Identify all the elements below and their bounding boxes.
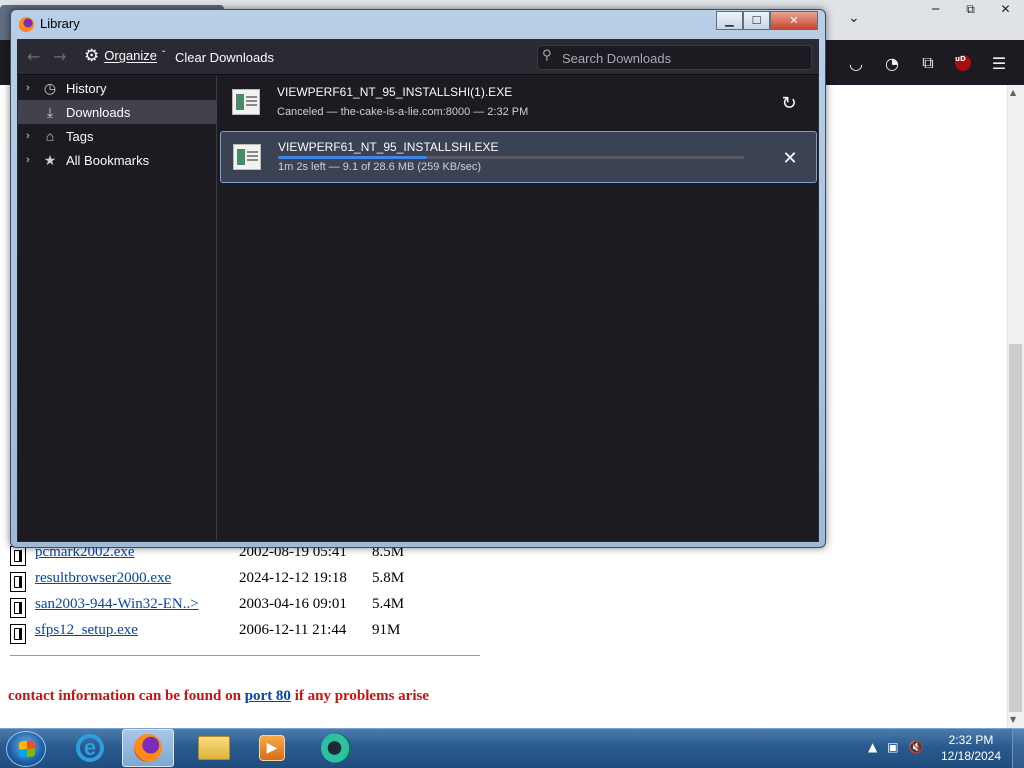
taskbar-internet-explorer[interactable]: e <box>64 729 116 767</box>
sidebar-item-label: Downloads <box>66 104 131 120</box>
library-maximize-button[interactable]: ☐ <box>743 11 770 30</box>
sidebar-item-all-bookmarks[interactable]: › ★ All Bookmarks <box>18 148 217 172</box>
scrollbar-thumb[interactable] <box>1009 344 1022 712</box>
organize-button[interactable]: ⚙ Organize ˇ <box>84 47 165 64</box>
contact-notice: contact information can be found on port… <box>8 688 429 705</box>
sync-icon[interactable]: ◔ <box>881 52 903 74</box>
contact-text-before: contact information can be found on <box>8 688 241 704</box>
sidebar-item-tags[interactable]: › ⌂ Tags <box>18 124 217 148</box>
clock-date: 12/18/2024 <box>940 749 1002 763</box>
executable-file-icon <box>232 89 260 115</box>
browser-minimize-button[interactable]: ─ <box>918 0 953 18</box>
internet-explorer-icon: e <box>76 734 104 762</box>
executable-file-icon <box>233 144 261 170</box>
tab-list-chevron-icon[interactable]: ⌄ <box>848 10 868 30</box>
download-status: Canceled — the-cake-is-a-lie.com:8000 — … <box>277 106 529 118</box>
file-size: 91M <box>372 622 401 638</box>
file-size: 5.8M <box>372 570 405 586</box>
clock-time: 2:32 PM <box>948 733 994 747</box>
ublock-badge: uD <box>955 55 971 71</box>
library-window-title: Library <box>40 16 80 31</box>
download-filename: VIEWPERF61_NT_95_INSTALLSHI(1).EXE <box>277 85 513 99</box>
file-link[interactable]: sfps12_setup.exe <box>35 622 138 639</box>
taskbar-media-center[interactable] <box>310 729 362 767</box>
system-tray: ▲ ▣ 🔇 <box>868 740 924 754</box>
library-minimize-button[interactable]: ▁ <box>716 11 743 30</box>
search-icon: ⚲ <box>542 48 552 63</box>
network-icon[interactable]: ▣ <box>887 740 898 754</box>
windows-logo-icon <box>19 740 35 758</box>
sidebar-item-label: History <box>66 80 107 96</box>
chevron-right-icon[interactable]: › <box>26 154 40 166</box>
back-arrow-icon[interactable]: ← <box>27 47 40 66</box>
forward-arrow-icon[interactable]: → <box>53 47 66 66</box>
volume-muted-icon[interactable]: 🔇 <box>909 740 924 754</box>
download-icon: ⤓ <box>46 103 54 120</box>
browser-window-controls: ─ ⧉ ✕ <box>918 0 1024 18</box>
folder-icon <box>198 736 230 760</box>
gear-icon: ⚙ <box>84 46 100 65</box>
retry-icon[interactable]: ↻ <box>775 89 803 117</box>
ublock-icon[interactable]: uD <box>952 52 974 74</box>
search-downloads-input[interactable] <box>562 50 802 66</box>
file-date: 2024-12-12 19:18 <box>239 570 347 586</box>
scroll-up-arrow-icon[interactable]: ▲ <box>1010 88 1016 97</box>
sidebar-item-label: All Bookmarks <box>66 152 150 168</box>
menu-icon[interactable]: ☰ <box>988 52 1010 74</box>
taskbar-media-player[interactable]: ▶ <box>246 729 298 767</box>
extensions-icon[interactable]: ⧉ <box>917 52 939 74</box>
taskbar-file-explorer[interactable] <box>188 729 240 767</box>
sidebar-item-label: Tags <box>66 128 94 144</box>
start-button[interactable] <box>6 731 46 767</box>
binary-file-icon <box>10 572 26 592</box>
pocket-icon[interactable]: ◡ <box>845 52 867 74</box>
binary-file-icon <box>10 598 26 618</box>
horizontal-rule <box>10 655 480 656</box>
taskbar-clock[interactable]: 2:32 PM 12/18/2024 <box>936 732 1006 764</box>
library-close-button[interactable]: ✕ <box>770 11 818 30</box>
chevron-down-icon: ˇ <box>162 50 166 61</box>
chevron-right-icon[interactable]: › <box>26 82 40 94</box>
clear-downloads-button[interactable]: Clear Downloads <box>175 50 274 65</box>
download-progress-fill <box>278 156 428 159</box>
download-item[interactable]: VIEWPERF61_NT_95_INSTALLSHI.EXE 1m 2s le… <box>220 131 817 183</box>
file-date: 2003-04-16 09:01 <box>239 596 347 612</box>
firefox-icon <box>134 734 162 762</box>
library-window-controls: ▁ ☐ ✕ <box>716 11 818 30</box>
download-status: 1m 2s left — 9.1 of 28.6 MB (259 KB/sec) <box>278 161 481 173</box>
show-desktop-button[interactable] <box>1012 728 1024 768</box>
file-link[interactable]: san2003-944-Win32-EN..> <box>35 596 199 613</box>
download-filename: VIEWPERF61_NT_95_INSTALLSHI.EXE <box>278 140 499 154</box>
star-icon: ★ <box>43 151 57 168</box>
download-item[interactable]: VIEWPERF61_NT_95_INSTALLSHI(1).EXE Cance… <box>220 77 817 129</box>
sidebar-item-history[interactable]: › ◷ History <box>18 76 217 100</box>
taskbar-firefox[interactable] <box>122 729 174 767</box>
show-hidden-icons-icon[interactable]: ▲ <box>868 740 877 754</box>
media-player-icon: ▶ <box>259 735 285 761</box>
browser-close-button[interactable]: ✕ <box>988 0 1023 18</box>
file-date: 2006-12-11 21:44 <box>239 622 347 638</box>
organize-label: Organize <box>104 48 157 63</box>
download-progress-bar <box>278 156 744 159</box>
firefox-icon <box>19 17 34 32</box>
cancel-icon[interactable]: ✕ <box>776 144 804 172</box>
scroll-down-arrow-icon[interactable]: ▼ <box>1010 715 1016 724</box>
browser-restore-button[interactable]: ⧉ <box>953 0 988 18</box>
binary-file-icon <box>10 624 26 644</box>
media-center-icon <box>321 733 351 763</box>
sidebar-item-downloads[interactable]: ⤓ Downloads <box>18 100 217 124</box>
binary-file-icon <box>10 546 26 566</box>
tag-icon: ⌂ <box>45 128 55 144</box>
port-80-link[interactable]: port 80 <box>245 688 291 704</box>
clock-icon: ◷ <box>43 79 57 96</box>
chevron-right-icon[interactable]: › <box>26 130 40 142</box>
contact-text-after: if any problems arise <box>294 688 429 704</box>
file-link[interactable]: resultbrowser2000.exe <box>35 570 171 587</box>
file-size: 5.4M <box>372 596 405 612</box>
